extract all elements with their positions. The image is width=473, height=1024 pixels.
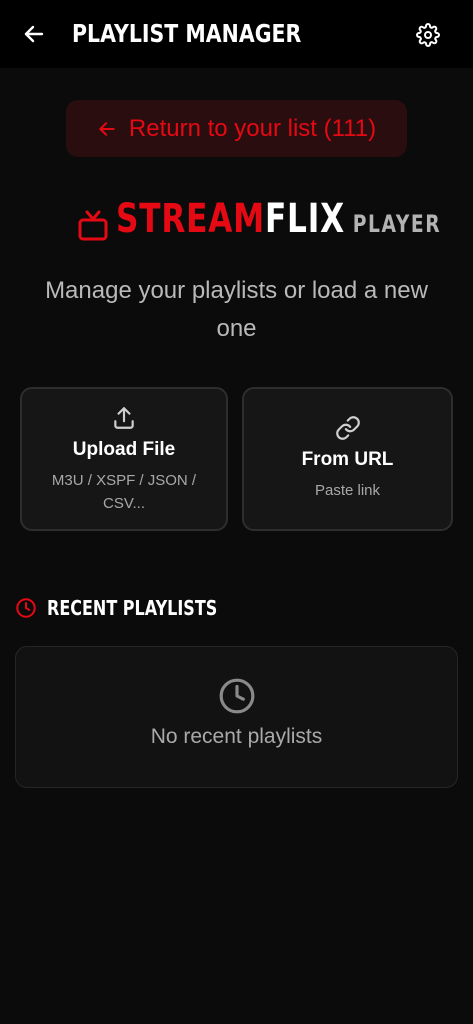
logo-player-text: PLAYER [352, 210, 442, 238]
logo-flix-text: FLIX [264, 196, 345, 242]
tv-icon [78, 210, 108, 241]
recent-playlists-empty-state: No recent playlists [15, 646, 458, 788]
upload-file-card[interactable]: Upload File M3U / XSPF / JSON / CSV... [20, 387, 228, 531]
recent-playlists-header: RECENT PLAYLISTS [15, 596, 260, 620]
recent-playlists-title: RECENT PLAYLISTS [47, 596, 218, 620]
logo-stream-text: STREAM [116, 196, 265, 242]
arrow-left-icon [97, 118, 119, 140]
top-bar: PLAYLIST MANAGER [0, 0, 473, 68]
playlist-manager-screen: PLAYLIST MANAGER Return to your list (11… [0, 0, 473, 1024]
from-url-title: From URL [301, 449, 394, 470]
upload-file-title: Upload File [72, 439, 176, 460]
from-url-card[interactable]: From URL Paste link [242, 387, 453, 531]
app-logo: STREAM FLIX PLAYER [78, 194, 473, 244]
arrow-left-icon [24, 25, 44, 43]
gear-icon [416, 23, 440, 47]
from-url-subtitle: Paste link [314, 482, 381, 499]
upload-icon [22, 405, 226, 431]
return-to-list-button[interactable]: Return to your list (111) [66, 100, 407, 157]
link-icon [244, 415, 451, 441]
back-button[interactable] [14, 14, 54, 54]
logo-wordmark: STREAM FLIX PLAYER [116, 196, 441, 242]
no-recent-label: No recent playlists [150, 725, 323, 748]
return-button-label: Return to your list (111) [128, 114, 377, 142]
settings-button[interactable] [408, 15, 448, 55]
upload-file-subtitle: M3U / XSPF / JSON / CSV... [51, 472, 197, 512]
tagline: Manage your playlists or load a new one [45, 277, 428, 342]
clock-icon [16, 598, 36, 618]
page-title: PLAYLIST MANAGER [72, 19, 302, 48]
clock-icon [16, 677, 457, 715]
